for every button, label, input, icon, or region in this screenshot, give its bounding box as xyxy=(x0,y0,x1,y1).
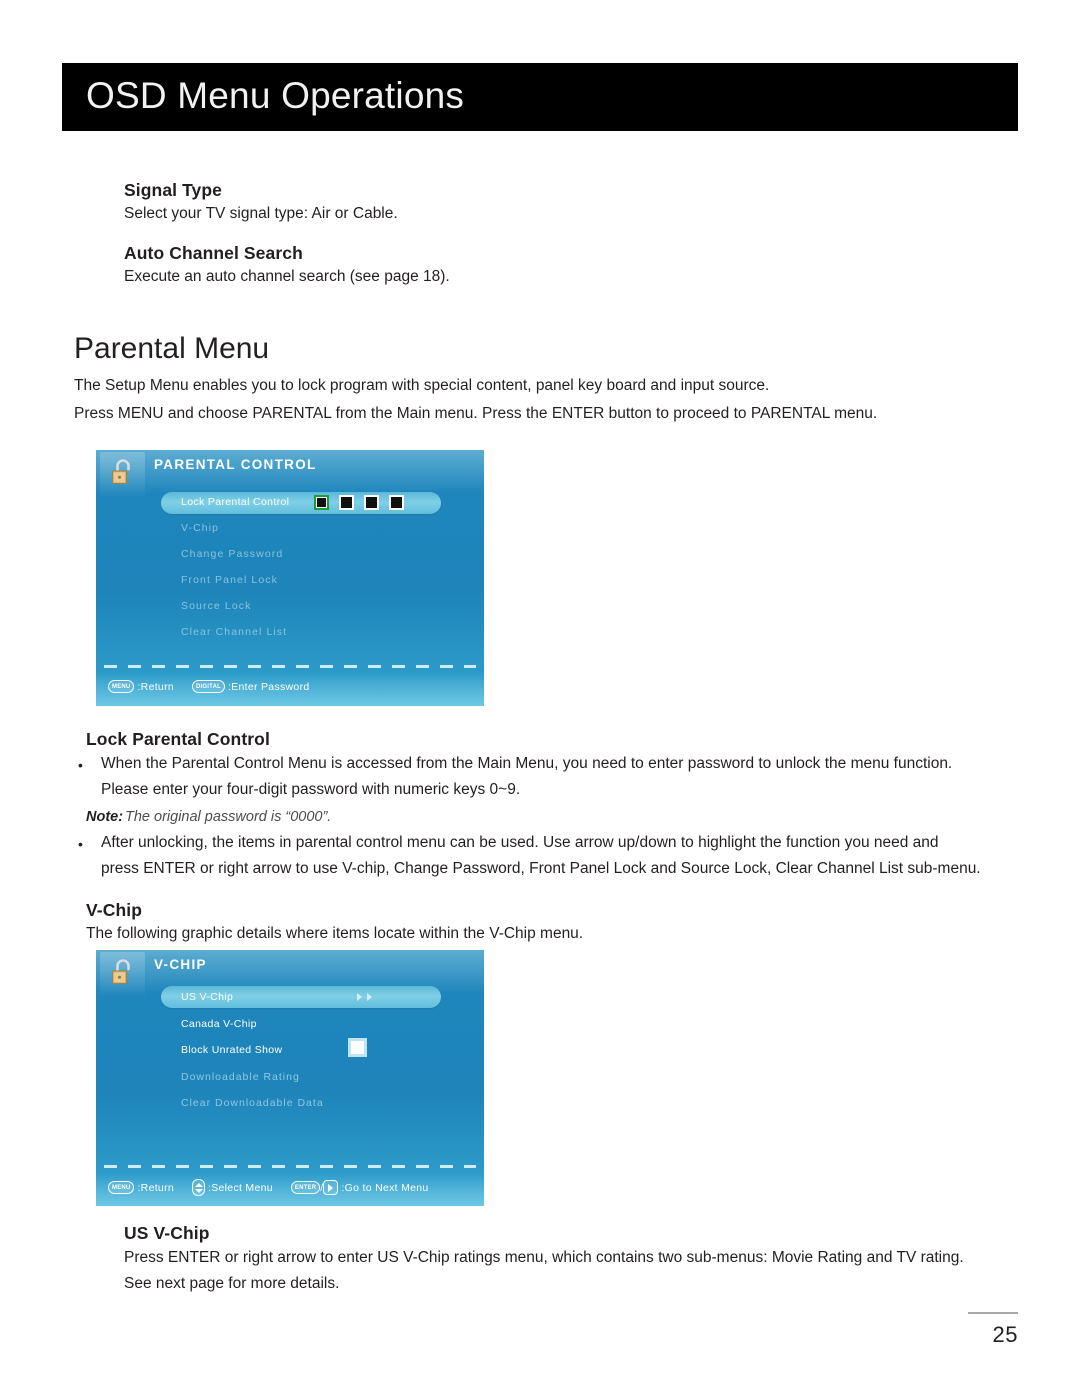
up-down-key-icon xyxy=(192,1179,206,1196)
heading-v-chip: V-Chip xyxy=(86,900,143,920)
osd-item-canada-v-chip[interactable]: Canada V-Chip xyxy=(181,1018,257,1030)
osd-item-label-us-v-chip: US V-Chip xyxy=(181,991,234,1003)
osd-item-change-password[interactable]: Change Password xyxy=(181,548,283,560)
right-arrow-key-icon xyxy=(323,1180,339,1195)
osd-vchip-panel: V-CHIP US V-Chip Canada V-Chip Block Unr… xyxy=(96,950,484,1206)
osd-panel-title: PARENTAL CONTROL xyxy=(154,457,317,472)
text-v-chip-body: The following graphic details where item… xyxy=(86,925,584,942)
password-box-3[interactable] xyxy=(364,495,379,510)
enter-key-icon: ENTER xyxy=(290,1181,321,1194)
open-padlock-icon xyxy=(112,459,130,484)
text-parental-menu-intro-2: Press MENU and choose PARENTAL from the … xyxy=(74,405,878,422)
password-box-1[interactable] xyxy=(314,495,329,510)
digital-key-icon: DIGITAL xyxy=(192,680,225,693)
page-title: OSD Menu Operations xyxy=(86,75,465,117)
osd-hint-bar: MENU :Return DIGITAL :Enter Password xyxy=(108,680,310,693)
osd-dashed-divider xyxy=(104,665,476,668)
osd-dashed-divider xyxy=(104,1165,476,1168)
heading-auto-channel-search: Auto Channel Search xyxy=(124,243,303,263)
osd-parental-control-panel: PARENTAL CONTROL Lock Parental Control V… xyxy=(96,450,484,706)
block-unrated-show-checkbox[interactable] xyxy=(348,1038,367,1057)
text-parental-menu-intro-1: The Setup Menu enables you to lock progr… xyxy=(74,377,770,394)
triangle-up-icon xyxy=(194,1182,203,1187)
hint-label-enter-password: :Enter Password xyxy=(227,680,310,693)
hint-label-return: :Return xyxy=(137,1181,175,1194)
triangle-right-icon xyxy=(328,1183,334,1192)
osd-hint-bar: MENU :Return :Select Menu ENTER / :Go to… xyxy=(108,1179,429,1196)
text-lpc-bullet2-line2: press ENTER or right arrow to use V-chip… xyxy=(101,860,981,877)
footer-divider xyxy=(968,1312,1018,1314)
menu-key-icon: MENU xyxy=(108,680,135,693)
text-lpc-bullet1-line1: When the Parental Control Menu is access… xyxy=(101,755,953,772)
osd-item-v-chip[interactable]: V-Chip xyxy=(181,522,219,534)
osd-item-downloadable-rating[interactable]: Downloadable Rating xyxy=(181,1071,300,1083)
osd-icon-tile xyxy=(100,452,145,496)
open-padlock-icon xyxy=(112,959,130,984)
menu-key-icon: MENU xyxy=(108,1181,135,1194)
hint-label-go-to-next-menu: :Go to Next Menu xyxy=(341,1181,429,1194)
bullet-marker-1: • xyxy=(78,757,83,773)
text-auto-channel-search-body: Execute an auto channel search (see page… xyxy=(124,268,450,285)
text-signal-type-body: Select your TV signal type: Air or Cable… xyxy=(124,205,398,222)
hint-label-select-menu: :Select Menu xyxy=(208,1181,273,1194)
osd-item-label-lock-parental-control: Lock Parental Control xyxy=(181,496,290,508)
osd-item-front-panel-lock[interactable]: Front Panel Lock xyxy=(181,574,278,586)
hint-label-return: :Return xyxy=(137,680,175,693)
bullet-marker-2: • xyxy=(78,836,83,852)
heading-signal-type: Signal Type xyxy=(124,180,223,200)
heading-lock-parental-control: Lock Parental Control xyxy=(86,729,270,749)
triangle-down-icon xyxy=(194,1188,203,1193)
heading-us-v-chip: US V-Chip xyxy=(124,1223,210,1243)
page-header-bar: OSD Menu Operations xyxy=(62,63,1018,131)
password-box-2[interactable] xyxy=(339,495,354,510)
osd-item-source-lock[interactable]: Source Lock xyxy=(181,600,251,612)
page-number: 25 xyxy=(992,1322,1018,1347)
heading-parental-menu: Parental Menu xyxy=(74,332,270,365)
note-label: Note: xyxy=(86,809,124,825)
password-box-4[interactable] xyxy=(389,495,404,510)
osd-panel-title: V-CHIP xyxy=(154,957,207,972)
triangle-right-icon-1 xyxy=(357,993,362,1001)
next-menu-arrows-icon xyxy=(357,993,372,1001)
osd-item-clear-downloadable-data[interactable]: Clear Downloadable Data xyxy=(181,1097,324,1109)
text-us-v-chip-line1: Press ENTER or right arrow to enter US V… xyxy=(124,1249,964,1266)
text-lpc-bullet2-line1: After unlocking, the items in parental c… xyxy=(101,834,939,851)
note-text: The original password is “0000”. xyxy=(125,809,332,825)
triangle-right-icon-2 xyxy=(367,993,372,1001)
text-us-v-chip-line2: See next page for more details. xyxy=(124,1275,340,1292)
osd-icon-tile xyxy=(100,952,145,996)
osd-item-clear-channel-list[interactable]: Clear Channel List xyxy=(181,626,287,638)
text-lpc-bullet1-line2: Please enter your four-digit password wi… xyxy=(101,781,521,798)
osd-item-block-unrated-show[interactable]: Block Unrated Show xyxy=(181,1044,282,1056)
